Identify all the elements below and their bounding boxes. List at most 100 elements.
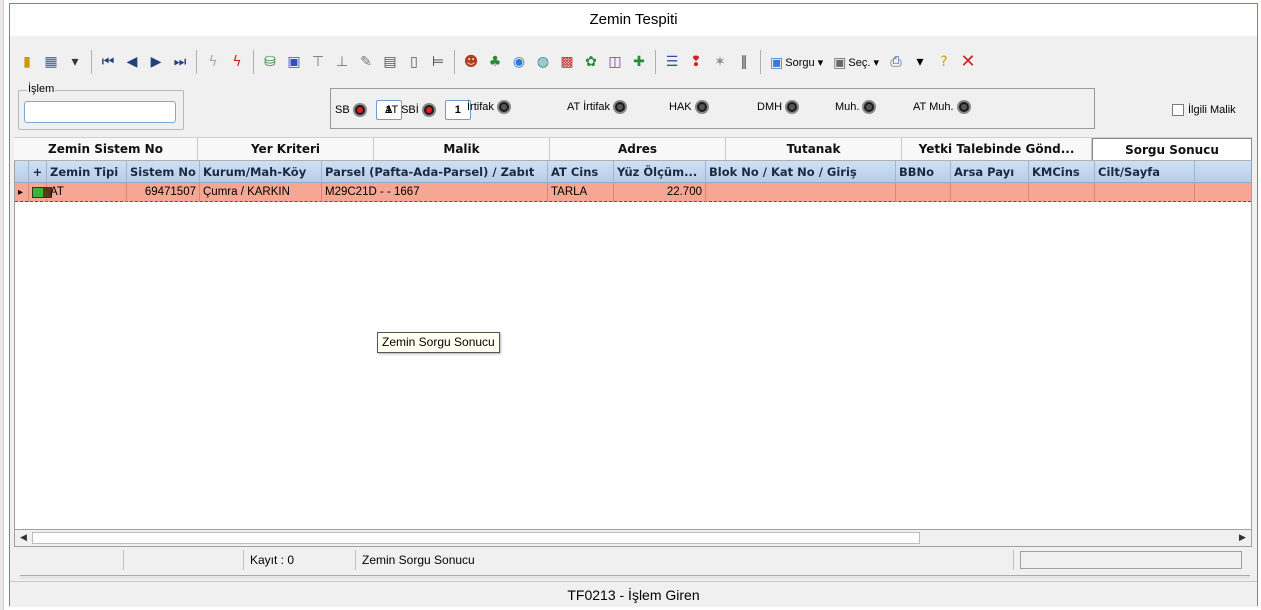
blocked-icon[interactable]: ▣ — [283, 51, 305, 73]
column-header[interactable]: BBNo — [896, 161, 951, 183]
radio-icon[interactable] — [956, 100, 971, 114]
search-map-icon[interactable]: ◍ — [532, 51, 554, 73]
horizontal-scrollbar[interactable]: ◀ ▶ — [14, 529, 1252, 547]
column-header[interactable]: Arsa Payı — [951, 161, 1029, 183]
tools-icon[interactable]: ✶ — [709, 51, 731, 73]
tab-malik[interactable]: Malik — [374, 138, 550, 160]
map-icon[interactable]: ✿ — [580, 51, 602, 73]
radio-icon[interactable] — [352, 103, 367, 117]
option-at-i-rtifak[interactable]: AT İrtifak — [567, 100, 627, 114]
ilgili-malik-label: İlgili Malik — [1188, 104, 1236, 116]
radio-icon[interactable] — [785, 100, 800, 114]
tab-zemin-sistem-no[interactable]: Zemin Sistem No — [14, 138, 198, 160]
table-row[interactable]: ▸ AT 69471507 Çumra / KARKIN M29C21D - - 166… — [15, 183, 1251, 202]
checkbox-box[interactable] — [1172, 104, 1184, 116]
tab-adres[interactable]: Adres — [550, 138, 726, 160]
tab-tutanak[interactable]: Tutanak — [726, 138, 902, 160]
anchor-icon[interactable]: ⊥ — [331, 51, 353, 73]
frame-icon[interactable]: ◫ — [604, 51, 626, 73]
radio-icon[interactable] — [613, 100, 627, 114]
print-dropdown-icon[interactable]: ▾ — [909, 51, 931, 73]
close-icon[interactable]: ✕ — [957, 51, 979, 73]
table-cell: AT — [47, 183, 127, 202]
status-blank-1 — [14, 550, 124, 570]
paperclip-icon[interactable]: ∥ — [733, 51, 755, 73]
option-label: AT İrtifak — [567, 101, 610, 113]
scroll-track[interactable] — [32, 530, 1234, 546]
radio-icon[interactable] — [862, 100, 877, 114]
option-muh-[interactable]: Muh. — [835, 100, 877, 114]
option-at-sbi-[interactable]: AT SBİ 1 — [385, 100, 471, 120]
toolbar-separator — [196, 50, 197, 74]
sec-button[interactable]: ▣ Seç. ▾ — [829, 51, 883, 73]
next-record-icon[interactable]: ▶ — [145, 51, 167, 73]
tab-sorgu-sonucu[interactable]: Sorgu Sonucu — [1092, 138, 1252, 160]
last-record-icon[interactable]: ⏭ — [169, 51, 191, 73]
pin-icon[interactable]: ♣ — [484, 51, 506, 73]
help-icon[interactable]: ? — [933, 51, 955, 73]
option-label: AT SBİ — [385, 104, 419, 116]
record-type-options: SB 1 AT SBİ 1 İrtifak AT İrtifak HAK DMH Muh. AT … — [330, 88, 1095, 129]
status-bar: Kayıt : 0 Zemin Sorgu Sonucu — [14, 549, 1252, 571]
column-header[interactable]: Sistem No — [127, 161, 200, 183]
grid-view-icon[interactable]: ▦ — [40, 51, 62, 73]
chart-icon[interactable]: ✚ — [628, 51, 650, 73]
table-cell — [1095, 183, 1195, 202]
zemin-type-icon — [29, 183, 52, 202]
globe-icon[interactable]: ◉ — [508, 51, 530, 73]
column-header[interactable]: Kurum/Mah-Köy — [200, 161, 322, 183]
column-header[interactable] — [15, 161, 29, 183]
tree-icon[interactable]: ⊨ — [427, 51, 449, 73]
status-blank-2 — [124, 550, 244, 570]
colored-grid-icon[interactable]: ▩ — [556, 51, 578, 73]
column-header[interactable]: Yüz Ölçüm... — [614, 161, 706, 183]
column-header[interactable]: + — [29, 161, 47, 183]
sorgu-button[interactable]: ▣ Sorgu ▾ — [766, 51, 827, 73]
option-i-rtifak[interactable]: İrtifak — [467, 100, 511, 114]
printer-icon[interactable]: ⎙ — [885, 51, 907, 73]
window-strip — [20, 575, 1250, 579]
islem-input[interactable] — [24, 101, 176, 123]
report-icon[interactable]: ▤ — [379, 51, 401, 73]
column-header[interactable]: Blok No / Kat No / Giriş — [706, 161, 896, 183]
people-icon[interactable]: ☻ — [460, 51, 482, 73]
dropdown-icon[interactable]: ▾ — [64, 51, 86, 73]
first-record-icon[interactable]: ⏮ — [97, 51, 119, 73]
ilgili-malik-checkbox[interactable]: İlgili Malik — [1172, 104, 1236, 116]
filter-icon[interactable]: ⊤ — [307, 51, 329, 73]
toolbar-separator — [454, 50, 455, 74]
option-label: Muh. — [835, 101, 860, 113]
table-cell: M29C21D - - 1667 — [322, 183, 548, 202]
database-check-icon[interactable]: ⛁ — [259, 51, 281, 73]
scroll-thumb[interactable] — [32, 532, 920, 544]
scroll-right-icon[interactable]: ▶ — [1234, 530, 1251, 546]
radio-icon[interactable] — [496, 100, 511, 114]
radio-icon[interactable] — [694, 100, 709, 114]
desktop-left-edge — [0, 0, 4, 610]
option-dmh[interactable]: DMH — [757, 100, 800, 114]
alert-icon[interactable]: ❢ — [685, 51, 707, 73]
column-header[interactable]: Zemin Tipi — [47, 161, 127, 183]
column-header[interactable]: Cilt/Sayfa — [1095, 161, 1195, 183]
zemin-tespiti-window: Zemin Tespiti ▮ ▦ ▾ ⏮ ◀ ▶ ⏭ ϟ ϟ ⛁ ▣ ⊤ ⊥ ✎ ▤ ▯ ⊨ ☻ ♣ ◉ ◍ ▩ ✿ ◫ ✚ ☰… — [9, 3, 1258, 607]
tab-yetki-talebinde-g-nd-[interactable]: Yetki Talebinde Gönd... — [902, 138, 1092, 160]
option-at-muh-[interactable]: AT Muh. — [913, 100, 971, 114]
column-header[interactable]: Parsel (Pafta-Ada-Parsel) / Zabıt — [322, 161, 548, 183]
tab-yer-kriteri[interactable]: Yer Kriteri — [198, 138, 374, 160]
blank-page-icon[interactable]: ▯ — [403, 51, 425, 73]
status-message: Zemin Sorgu Sonucu — [356, 550, 1014, 570]
lightning-disabled-icon[interactable]: ϟ — [202, 51, 224, 73]
list-icon[interactable]: ☰ — [661, 51, 683, 73]
table-cell: 69471507 — [127, 183, 200, 202]
option-label: İrtifak — [467, 101, 494, 113]
option-hak[interactable]: HAK — [669, 100, 709, 114]
column-header[interactable]: KMCins — [1029, 161, 1095, 183]
option-label: AT Muh. — [913, 101, 954, 113]
record-icon[interactable]: ▮ — [16, 51, 38, 73]
document-edit-icon[interactable]: ✎ — [355, 51, 377, 73]
prev-record-icon[interactable]: ◀ — [121, 51, 143, 73]
radio-icon[interactable] — [421, 103, 436, 117]
lightning-icon[interactable]: ϟ — [226, 51, 248, 73]
column-header[interactable]: AT Cins — [548, 161, 614, 183]
scroll-left-icon[interactable]: ◀ — [15, 530, 32, 546]
